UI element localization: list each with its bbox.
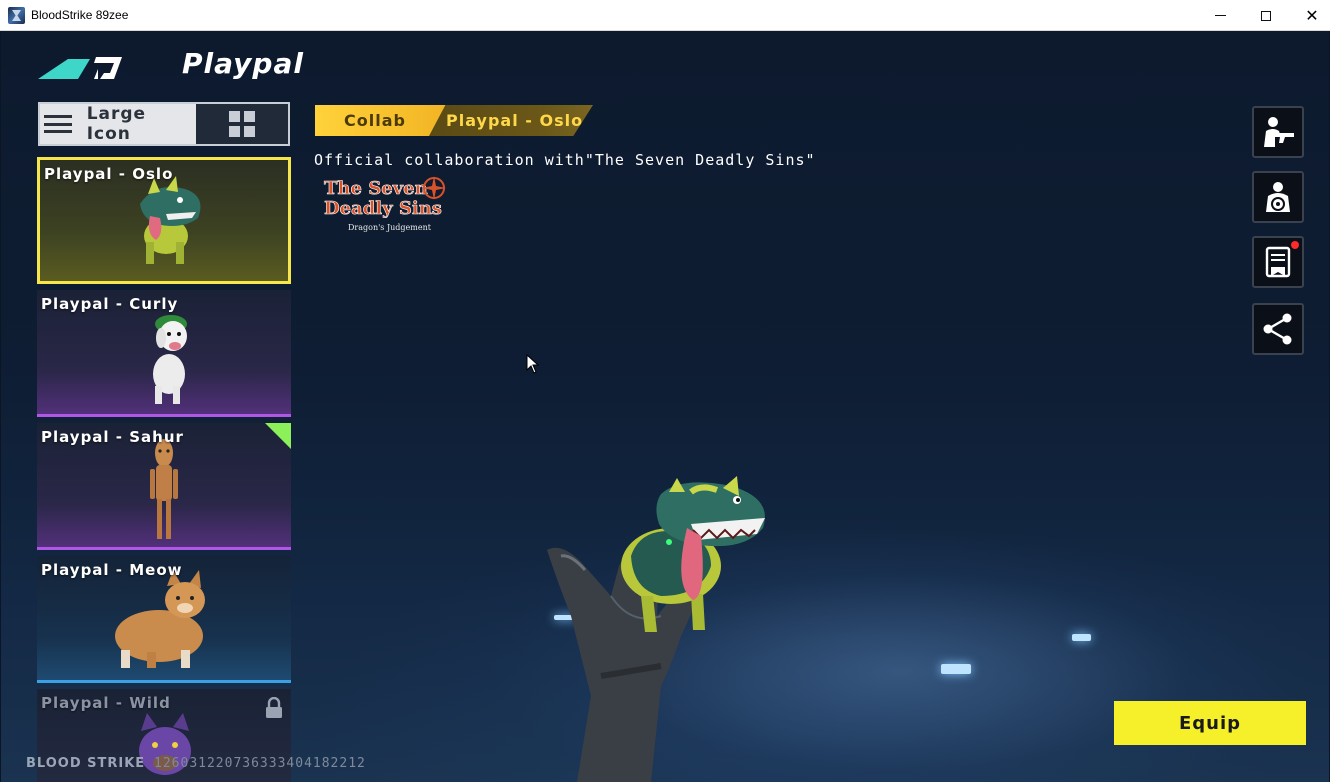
item-label: Playpal - Sahur: [41, 428, 184, 446]
bloodstrike-logo-icon: [38, 57, 122, 79]
item-label: Playpal - Meow: [41, 561, 183, 579]
meow-pet-image: [115, 570, 205, 668]
close-button[interactable]: ✕: [1289, 0, 1330, 31]
page-title: Playpal: [182, 47, 304, 80]
side-button-share[interactable]: [1252, 303, 1304, 355]
maximize-icon: [1261, 10, 1271, 21]
minimize-icon: [1214, 15, 1226, 16]
large-icon-label: Large Icon: [86, 104, 147, 144]
window-title: BloodStrike 89zee: [31, 8, 129, 22]
side-button-character[interactable]: [1252, 106, 1304, 158]
game-viewport: Playpal Large Icon Playpal - Oslo Playpa…: [1, 31, 1329, 782]
floor-light: [941, 664, 971, 674]
sahur-pet-image: [150, 439, 178, 539]
view-toggle: Large Icon: [38, 102, 290, 146]
window-titlebar: BloodStrike 89zee ✕: [0, 0, 1330, 31]
item-card-meow[interactable]: Playpal - Meow: [37, 556, 291, 683]
book-icon: [1265, 246, 1291, 278]
item-label: Playpal - Wild: [41, 694, 171, 712]
character-with-gun-icon: [1264, 117, 1294, 147]
item-card-oslo[interactable]: Playpal - Oslo: [37, 157, 291, 284]
close-icon: ✕: [1305, 5, 1319, 25]
floor-light: [1072, 634, 1091, 641]
share-icon: [1263, 313, 1292, 345]
tag-collab: Collab: [315, 105, 447, 136]
footer-id-number: 126031220736333404182212: [154, 756, 366, 771]
app-icon: [8, 7, 25, 24]
pet-preview-model: [547, 476, 765, 782]
seven-deadly-sins-logo: The Seven Deadly Sins Dragon's Judgement: [324, 176, 446, 232]
large-icon-view-button[interactable]: Large Icon: [40, 104, 196, 144]
side-button-book[interactable]: [1252, 236, 1304, 288]
item-label: Playpal - Curly: [41, 295, 179, 313]
lock-icon: [266, 697, 282, 718]
collab-logo-line1: The Seven: [324, 178, 428, 199]
footer-player-id: BLOOD STRIKE 126031220736333404182212: [26, 756, 366, 771]
collab-description: Official collaboration with"The Seven De…: [314, 151, 816, 169]
oslo-pet-image: [140, 176, 201, 264]
tag-item-name-label: Playpal - Oslo: [446, 111, 584, 130]
footer-game-name: BLOOD STRIKE: [26, 756, 146, 771]
new-item-badge: [265, 423, 291, 449]
list-view-icon: [44, 112, 72, 136]
maximize-button[interactable]: [1243, 0, 1289, 31]
notification-dot: [1291, 241, 1299, 249]
mouse-cursor-icon: [526, 354, 540, 374]
item-card-sahur[interactable]: Playpal - Sahur: [37, 423, 291, 550]
tag-item-name: Playpal - Oslo: [429, 105, 593, 136]
collab-logo-line3: Dragon's Judgement: [348, 223, 432, 232]
curly-pet-image: [153, 315, 187, 404]
item-card-curly[interactable]: Playpal - Curly: [37, 290, 291, 417]
minimize-button[interactable]: [1197, 0, 1243, 31]
tag-collab-label: Collab: [344, 111, 406, 130]
item-label: Playpal - Oslo: [44, 165, 174, 183]
grid-view-button[interactable]: [196, 104, 288, 144]
shooting-target-icon: [1266, 182, 1290, 212]
collab-logo-line2: Deadly Sins: [324, 198, 442, 219]
side-button-target[interactable]: [1252, 171, 1304, 223]
grid-icon: [229, 111, 255, 137]
equip-button[interactable]: Equip: [1114, 701, 1306, 745]
